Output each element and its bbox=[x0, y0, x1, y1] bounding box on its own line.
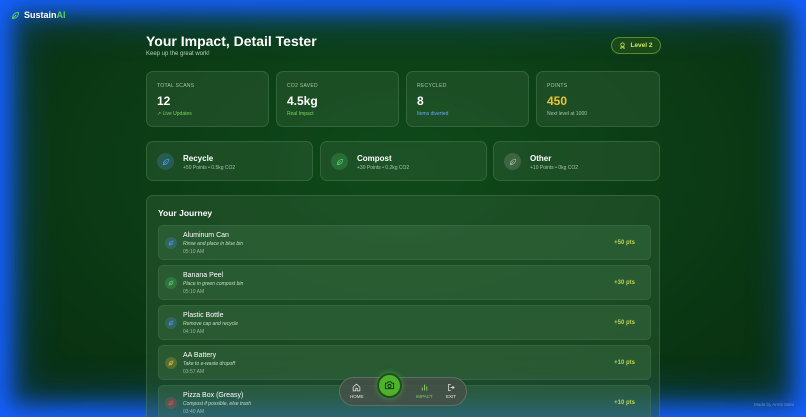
item-name: Pizza Box (Greasy) bbox=[183, 392, 244, 399]
item-tip: Compost if possible, else trash bbox=[183, 401, 252, 407]
category-sub: +30 Points • 0.2kg CO2 bbox=[357, 165, 410, 171]
stat-value: 450 bbox=[547, 94, 568, 108]
item-name: Plastic Bottle bbox=[183, 312, 224, 319]
category-sub: +10 Points • 0kg CO2 bbox=[530, 165, 579, 171]
leaf-icon bbox=[509, 158, 516, 165]
journey-item[interactable]: Aluminum Can Rinse and place in blue bin… bbox=[158, 225, 651, 260]
item-tip: Remove cap and recycle bbox=[183, 321, 239, 327]
leaf-icon bbox=[168, 320, 174, 326]
stat-sub: Items diverted bbox=[417, 111, 449, 117]
item-time: 05:10 AM bbox=[183, 289, 205, 295]
category-card-recycle[interactable]: Recycle +50 Points • 0.5kg CO2 bbox=[146, 141, 313, 181]
item-icon-wrap bbox=[165, 317, 177, 329]
item-tip: Take to e-waste dropoff bbox=[183, 361, 236, 367]
item-name: Banana Peel bbox=[183, 272, 224, 279]
nav-exit[interactable]: EXIT bbox=[446, 383, 456, 399]
category-name: Compost bbox=[357, 154, 392, 163]
item-icon-wrap bbox=[165, 237, 177, 249]
page-heading: Your Impact, Detail Tester Keep up the g… bbox=[146, 33, 317, 57]
item-time: 03:57 AM bbox=[183, 369, 205, 375]
nav-home[interactable]: HOME bbox=[350, 383, 364, 399]
stat-sub: ↗ Live Updates bbox=[157, 111, 192, 117]
scan-camera-button[interactable] bbox=[377, 373, 402, 398]
leaf-icon bbox=[12, 11, 19, 19]
journey-item[interactable]: Plastic Bottle Remove cap and recycle 04… bbox=[158, 305, 651, 340]
item-time: 03:40 AM bbox=[183, 409, 205, 415]
brand-logo[interactable]: SustainAI bbox=[11, 10, 66, 20]
stat-label: CO2 SAVED bbox=[287, 83, 318, 89]
page-subtitle: Keep up the great work! bbox=[146, 51, 210, 57]
award-icon bbox=[620, 42, 626, 49]
stat-card-points: POINTS 450 Next level at 1000 bbox=[536, 71, 660, 127]
stat-label: RECYCLED bbox=[417, 83, 447, 89]
camera-icon bbox=[384, 381, 395, 390]
leaf-icon bbox=[162, 158, 169, 165]
item-name: Aluminum Can bbox=[183, 232, 229, 239]
stat-value: 4.5kg bbox=[287, 94, 318, 108]
bottom-nav: HOME IMPACT EXIT bbox=[339, 377, 467, 406]
item-time: 05:10 AM bbox=[183, 249, 205, 255]
leaf-icon bbox=[168, 280, 174, 286]
leaf-icon bbox=[336, 158, 343, 165]
page-title: Your Impact, Detail Tester bbox=[146, 33, 317, 49]
item-name: AA Battery bbox=[183, 352, 217, 359]
item-points: +10 pts bbox=[614, 360, 635, 366]
item-time: 04:10 AM bbox=[183, 329, 205, 335]
nav-home-label: HOME bbox=[350, 394, 364, 399]
item-tip: Place in green compost bin bbox=[183, 281, 244, 287]
category-icon-wrap bbox=[157, 153, 174, 170]
level-badge: Level 2 bbox=[611, 37, 661, 54]
item-icon-wrap bbox=[165, 397, 177, 409]
item-points: +30 pts bbox=[614, 280, 635, 286]
category-sub: +50 Points • 0.5kg CO2 bbox=[183, 165, 236, 171]
item-icon-wrap bbox=[165, 277, 177, 289]
level-label: Level 2 bbox=[630, 42, 653, 49]
item-points: +50 pts bbox=[614, 240, 635, 246]
brand-name: Sustain bbox=[24, 10, 57, 20]
journey-item[interactable]: AA Battery Take to e-waste dropoff 03:57… bbox=[158, 345, 651, 380]
stat-label: POINTS bbox=[547, 83, 568, 89]
bar-chart-icon bbox=[421, 384, 428, 391]
stat-sub: Next level at 1000 bbox=[547, 111, 588, 117]
category-card-other[interactable]: Other +10 Points • 0kg CO2 bbox=[493, 141, 660, 181]
item-points: +50 pts bbox=[614, 320, 635, 326]
logout-icon bbox=[447, 384, 455, 391]
category-name: Recycle bbox=[183, 154, 214, 163]
nav-exit-label: EXIT bbox=[446, 394, 457, 399]
category-name: Other bbox=[530, 154, 552, 163]
brand-accent: AI bbox=[56, 10, 66, 20]
stat-label: TOTAL SCANS bbox=[157, 83, 195, 89]
leaf-icon bbox=[168, 360, 174, 366]
dashboard-page: SustainAI Your Impact, Detail Tester Kee… bbox=[0, 0, 806, 417]
item-points: +10 pts bbox=[614, 400, 635, 406]
journey-title: Your Journey bbox=[158, 208, 213, 218]
journey-item[interactable]: Banana Peel Place in green compost bin 0… bbox=[158, 265, 651, 300]
stat-card-total-scans: TOTAL SCANS 12 ↗ Live Updates bbox=[146, 71, 269, 127]
stat-value: 8 bbox=[417, 94, 424, 108]
item-icon-wrap bbox=[165, 357, 177, 369]
stat-card-co2-saved: CO2 SAVED 4.5kg Real Impact bbox=[276, 71, 399, 127]
category-icon-wrap bbox=[504, 153, 521, 170]
stat-card-recycled: RECYCLED 8 Items diverted bbox=[406, 71, 529, 127]
stat-sub: Real Impact bbox=[287, 111, 314, 117]
leaf-icon bbox=[168, 240, 174, 246]
leaf-icon bbox=[168, 400, 174, 406]
category-card-compost[interactable]: Compost +30 Points • 0.2kg CO2 bbox=[320, 141, 487, 181]
nav-impact[interactable]: IMPACT bbox=[416, 383, 433, 399]
item-tip: Rinse and place in blue bin bbox=[183, 241, 244, 247]
home-icon bbox=[353, 383, 361, 392]
nav-impact-label: IMPACT bbox=[416, 394, 433, 399]
stat-value: 12 bbox=[157, 94, 171, 108]
made-by-credit: Made by Armit Saini bbox=[753, 402, 794, 407]
category-icon-wrap bbox=[331, 153, 348, 170]
